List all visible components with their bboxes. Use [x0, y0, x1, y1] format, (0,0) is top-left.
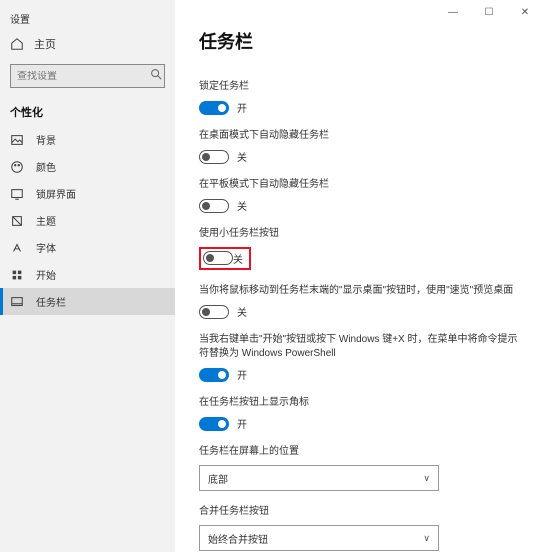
- window-controls: — ☐ ✕: [435, 0, 543, 24]
- sidebar-item-themes[interactable]: 主题: [0, 207, 175, 234]
- minimize-button[interactable]: —: [435, 0, 471, 24]
- setting-label: 锁定任务栏: [199, 80, 523, 94]
- theme-icon: [10, 214, 24, 228]
- page-title: 任务栏: [199, 28, 523, 54]
- setting-1: 在桌面模式下自动隐藏任务栏关: [199, 129, 523, 164]
- sidebar-item-label: 任务栏: [36, 294, 66, 309]
- combine-buttons-setting: 合并任务栏按钮 始终合并按钮 ∨: [199, 505, 523, 551]
- start-icon: [10, 268, 24, 282]
- maximize-button[interactable]: ☐: [471, 0, 507, 24]
- sidebar-item-start[interactable]: 开始: [0, 261, 175, 288]
- window-title: 设置: [0, 11, 30, 26]
- search-icon: [149, 67, 163, 86]
- close-button[interactable]: ✕: [507, 0, 543, 24]
- picture-icon: [10, 133, 24, 147]
- toggle-state-text: 开: [237, 367, 247, 382]
- sidebar-item-label: 开始: [36, 267, 56, 282]
- dropdown-value: 底部: [208, 471, 228, 486]
- font-icon: [10, 241, 24, 255]
- setting-label: 合并任务栏按钮: [199, 505, 523, 519]
- setting-label: 在平板模式下自动隐藏任务栏: [199, 178, 523, 192]
- setting-label: 任务栏在屏幕上的位置: [199, 445, 523, 459]
- home-icon: [10, 37, 24, 51]
- sidebar-item-label: 锁屏界面: [36, 186, 76, 201]
- sidebar-item-lockscreen[interactable]: 锁屏界面: [0, 180, 175, 207]
- toggle-state-text: 关: [237, 304, 247, 319]
- setting-label: 当你将鼠标移动到任务栏末端的"显示桌面"按钮时，使用"速览"预览桌面: [199, 284, 523, 298]
- toggle-state-text: 开: [237, 100, 247, 115]
- taskbar-position-setting: 任务栏在屏幕上的位置 底部 ∨: [199, 445, 523, 491]
- sidebar-item-taskbar[interactable]: 任务栏: [0, 288, 175, 315]
- sidebar-section-title: 个性化: [0, 94, 175, 126]
- toggle-switch[interactable]: [199, 199, 229, 213]
- sidebar: 设置 主页 个性化 背景 颜色 锁屏界面: [0, 0, 175, 552]
- sidebar-item-label: 字体: [36, 240, 56, 255]
- chevron-down-icon: ∨: [423, 533, 430, 544]
- setting-6: 在任务栏按钮上显示角标开: [199, 396, 523, 431]
- setting-label: 使用小任务栏按钮: [199, 227, 523, 241]
- toggle-state-text: 关: [237, 149, 247, 164]
- taskbar-position-dropdown[interactable]: 底部 ∨: [199, 465, 439, 491]
- toggle-switch[interactable]: [199, 150, 229, 164]
- dropdown-value: 始终合并按钮: [208, 531, 268, 546]
- sidebar-item-background[interactable]: 背景: [0, 126, 175, 153]
- sidebar-item-colors[interactable]: 颜色: [0, 153, 175, 180]
- toggle-state-text: 开: [237, 416, 247, 431]
- highlight-box: 关: [199, 247, 251, 270]
- setting-0: 锁定任务栏开: [199, 80, 523, 115]
- chevron-down-icon: ∨: [423, 473, 430, 484]
- taskbar-icon: [10, 295, 24, 309]
- home-label: 主页: [34, 36, 56, 52]
- toggle-state-text: 关: [233, 251, 243, 266]
- setting-label: 在任务栏按钮上显示角标: [199, 396, 523, 410]
- lockscreen-icon: [10, 187, 24, 201]
- setting-label: 当我右键单击"开始"按钮或按下 Windows 键+X 时，在菜单中将命令提示符…: [199, 333, 523, 361]
- sidebar-item-label: 主题: [36, 213, 56, 228]
- setting-5: 当我右键单击"开始"按钮或按下 Windows 键+X 时，在菜单中将命令提示符…: [199, 333, 523, 382]
- setting-label: 在桌面模式下自动隐藏任务栏: [199, 129, 523, 143]
- toggle-switch[interactable]: [199, 305, 229, 319]
- home-nav[interactable]: 主页: [0, 30, 175, 58]
- palette-icon: [10, 160, 24, 174]
- sidebar-item-fonts[interactable]: 字体: [0, 234, 175, 261]
- toggle-switch[interactable]: [199, 101, 229, 115]
- setting-4: 当你将鼠标移动到任务栏末端的"显示桌面"按钮时，使用"速览"预览桌面关: [199, 284, 523, 319]
- content-area: — ☐ ✕ 任务栏 锁定任务栏开在桌面模式下自动隐藏任务栏关在平板模式下自动隐藏…: [175, 0, 543, 552]
- toggle-state-text: 关: [237, 198, 247, 213]
- sidebar-item-label: 颜色: [36, 159, 56, 174]
- setting-3: 使用小任务栏按钮关: [199, 227, 523, 270]
- sidebar-item-label: 背景: [36, 132, 56, 147]
- search-box[interactable]: [10, 64, 165, 88]
- combine-buttons-dropdown[interactable]: 始终合并按钮 ∨: [199, 525, 439, 551]
- titlebar: 设置: [0, 6, 175, 30]
- setting-2: 在平板模式下自动隐藏任务栏关: [199, 178, 523, 213]
- toggle-switch[interactable]: [203, 251, 233, 265]
- toggle-switch[interactable]: [199, 417, 229, 431]
- toggle-switch[interactable]: [199, 368, 229, 382]
- search-input[interactable]: [17, 71, 149, 82]
